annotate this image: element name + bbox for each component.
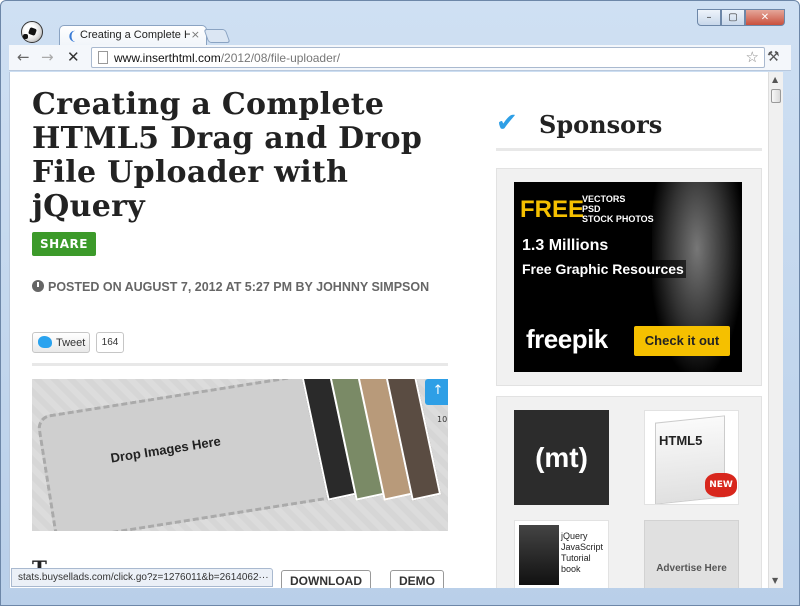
- browser-window: ❨ Creating a Complete HT × – ▢ ✕ ← → ✕ w…: [0, 0, 800, 606]
- back-arrow-icon[interactable]: ←: [17, 48, 30, 66]
- ad-millions-text: 1.3 Millions: [520, 236, 611, 256]
- clock-icon: [32, 280, 44, 292]
- book-cover: [519, 525, 559, 585]
- ad-category: STOCK PHOTOS: [582, 214, 654, 224]
- ad-category: PSD: [582, 204, 601, 214]
- new-tab-button[interactable]: [203, 29, 231, 43]
- freepik-logo: freepik: [526, 324, 608, 354]
- url-path: /2012/08/file-uploader/: [220, 51, 341, 65]
- vertical-scrollbar[interactable]: ▲ ▼: [768, 72, 783, 588]
- status-bar: stats.buysellads.com/click.go?z=1276011&…: [11, 568, 273, 587]
- freepik-ad[interactable]: FREE VECTORS PSD STOCK PHOTOS 1.3 Millio…: [514, 182, 742, 372]
- soccer-ball-icon[interactable]: [21, 21, 43, 43]
- ad-category: VECTORS: [582, 194, 626, 204]
- hero-counter: 10: [437, 415, 448, 424]
- check-icon: ✔: [496, 108, 518, 138]
- download-button[interactable]: DOWNLOAD: [281, 570, 371, 588]
- article-title: Creating a Complete HTML5 Drag and Drop …: [32, 87, 423, 224]
- share-button[interactable]: SHARE: [32, 232, 96, 256]
- html5-book-ad[interactable]: HTML5 NEW: [644, 410, 739, 505]
- scroll-up-icon[interactable]: ▲: [772, 75, 778, 84]
- html5-book-title: HTML5: [659, 433, 703, 448]
- bookmark-star-icon[interactable]: ☆: [746, 48, 759, 66]
- tab-active[interactable]: ❨ Creating a Complete HT ×: [59, 25, 207, 45]
- mt-ad[interactable]: (mt): [514, 410, 609, 505]
- post-meta: POSTED ON AUGUST 7, 2012 AT 5:27 PM BY J…: [32, 273, 432, 301]
- hero-image: Drop Images Here ↑ 10: [32, 379, 448, 531]
- upload-icon: ↑: [425, 379, 448, 405]
- scroll-thumb[interactable]: [771, 89, 781, 103]
- post-date-author: POSTED ON AUGUST 7, 2012 AT 5:27 PM BY J…: [48, 280, 430, 294]
- divider: [496, 148, 762, 151]
- tweet-count: 164: [96, 332, 124, 353]
- url-text[interactable]: www.inserthtml.com/2012/08/file-uploader…: [114, 51, 340, 65]
- jquery-book-text: jQuery JavaScript Tutorial book: [561, 531, 603, 575]
- browser-toolbar: ← → ✕ www.inserthtml.com/2012/08/file-up…: [9, 45, 791, 71]
- wrench-menu-icon[interactable]: ⚒: [767, 49, 780, 65]
- url-host: www.inserthtml.com: [114, 51, 221, 65]
- minimize-button[interactable]: –: [697, 9, 721, 26]
- ad-categories: VECTORS PSD STOCK PHOTOS: [582, 194, 654, 224]
- stop-loading-icon[interactable]: ✕: [67, 48, 80, 66]
- loading-spinner-icon: ❨: [67, 29, 78, 43]
- ad-free-text: FREE: [520, 196, 585, 223]
- scroll-down-icon[interactable]: ▼: [772, 576, 778, 585]
- address-bar[interactable]: www.inserthtml.com/2012/08/file-uploader…: [91, 47, 765, 68]
- page-viewport: Creating a Complete HTML5 Drag and Drop …: [9, 72, 783, 588]
- close-window-button[interactable]: ✕: [745, 9, 785, 26]
- tab-close-icon[interactable]: ×: [191, 28, 200, 41]
- title-bar: ❨ Creating a Complete HT × – ▢ ✕: [1, 1, 799, 45]
- page-icon: [98, 51, 108, 64]
- tab-title: Creating a Complete HT: [80, 29, 190, 41]
- window-controls: – ▢ ✕: [697, 9, 785, 26]
- tweet-button[interactable]: Tweet: [32, 332, 90, 353]
- new-badge: NEW: [705, 473, 737, 497]
- ad-resources-text: Free Graphic Resources: [520, 260, 686, 278]
- tweet-label: Tweet: [56, 337, 86, 349]
- check-it-out-button[interactable]: Check it out: [634, 326, 730, 356]
- jquery-book-ad[interactable]: jQuery JavaScript Tutorial book: [514, 520, 609, 588]
- maximize-button[interactable]: ▢: [721, 9, 745, 26]
- divider: [32, 363, 448, 366]
- ad-line: book: [561, 564, 581, 574]
- ad-line: jQuery: [561, 531, 588, 541]
- ad-line: JavaScript: [561, 542, 604, 552]
- demo-button[interactable]: DEMO: [390, 570, 444, 588]
- ad-line: Tutorial: [561, 553, 591, 563]
- advertise-here-slot[interactable]: Advertise Here: [644, 520, 739, 588]
- sponsors-heading: Sponsors: [539, 110, 663, 139]
- forward-arrow-icon[interactable]: →: [41, 48, 54, 66]
- twitter-bird-icon: [38, 336, 52, 348]
